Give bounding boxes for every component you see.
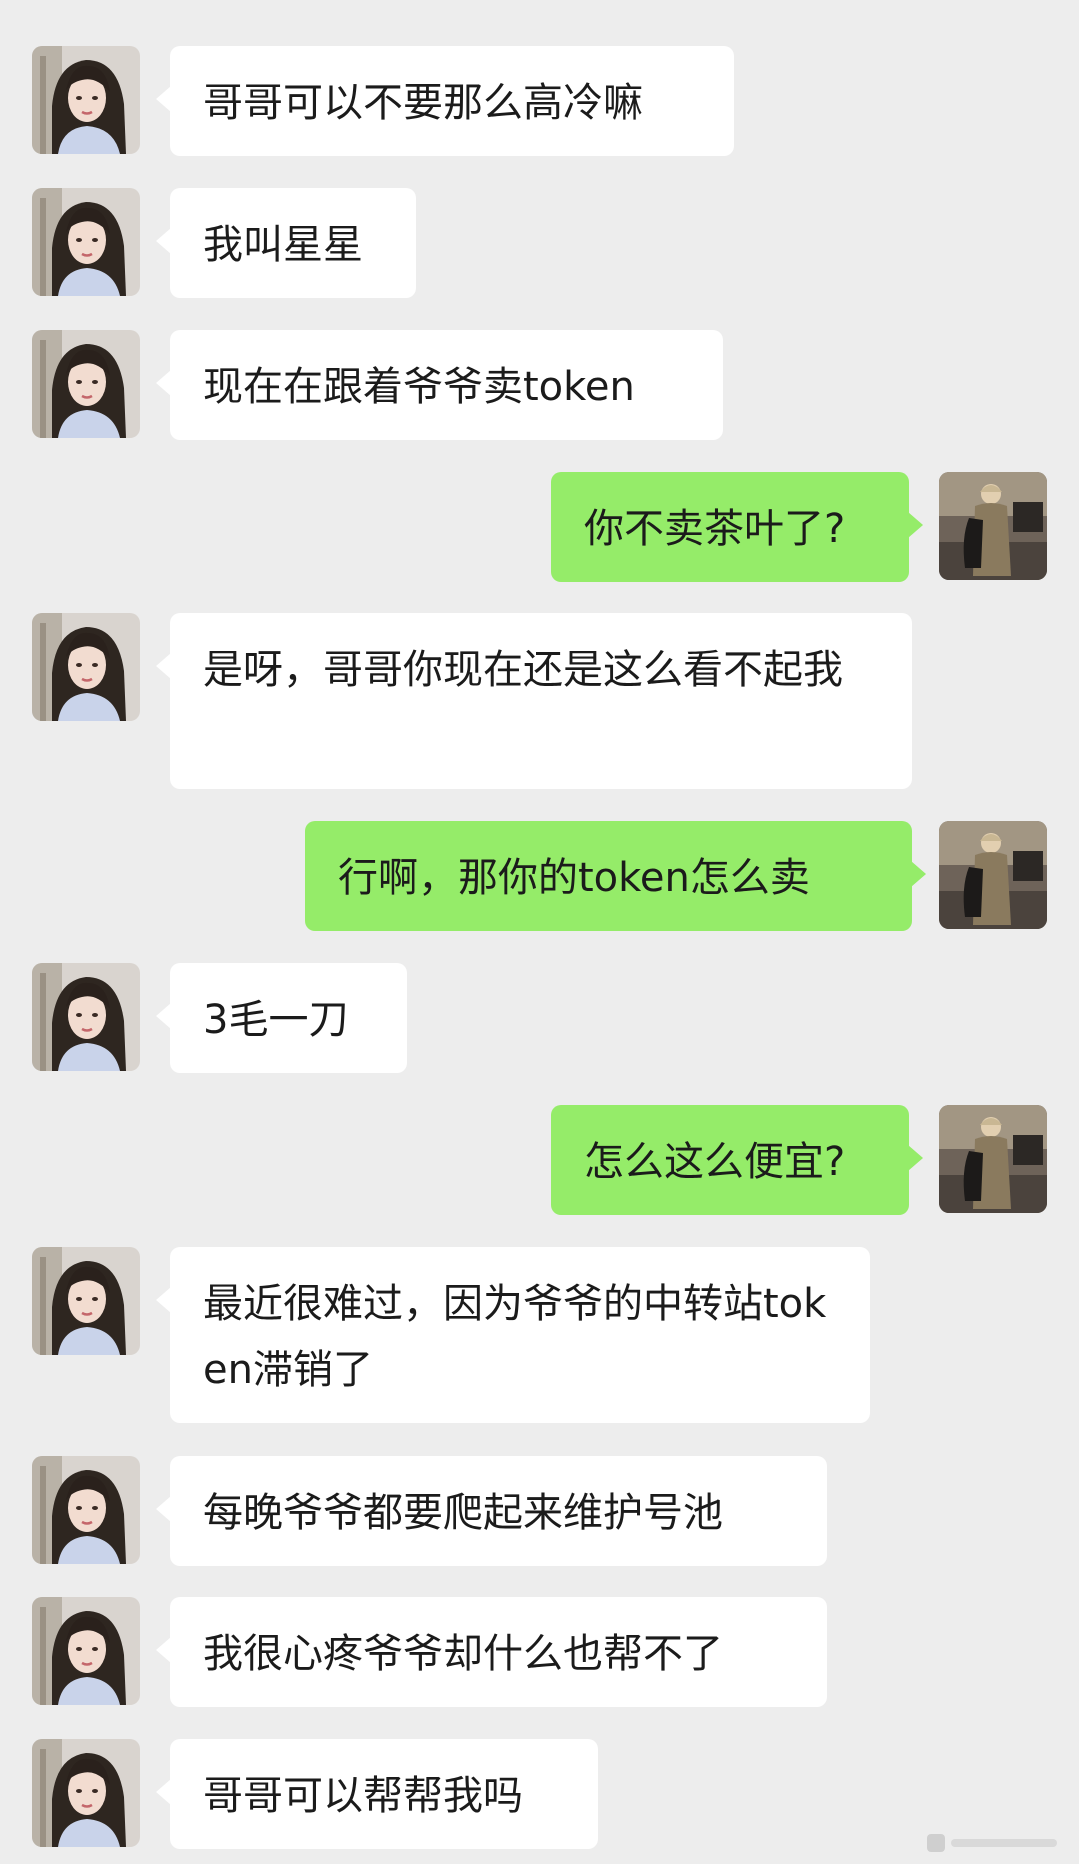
incoming-message-row: 哥哥可以不要那么高冷嘛 [0, 46, 1079, 156]
incoming-message-row: 3毛一刀 [0, 963, 1079, 1073]
incoming-message-bubble[interactable]: 是呀，哥哥你现在还是这么看不起我 [156, 613, 912, 789]
incoming-message-bubble[interactable]: 哥哥可以帮帮我吗 [156, 1739, 598, 1849]
girl-avatar-icon[interactable] [32, 46, 140, 154]
girl-avatar-icon[interactable] [32, 1597, 140, 1705]
outgoing-message-row: 怎么这么便宜? [0, 1105, 1079, 1215]
incoming-message-row: 我很心疼爷爷却什么也帮不了 [0, 1597, 1079, 1707]
incoming-message-bubble[interactable]: 3毛一刀 [156, 963, 407, 1073]
incoming-message-bubble[interactable]: 哥哥可以不要那么高冷嘛 [156, 46, 734, 156]
incoming-message-bubble[interactable]: 每晚爷爷都要爬起来维护号池 [156, 1456, 827, 1566]
girl-avatar-icon[interactable] [32, 613, 140, 721]
chat-area[interactable]: 哥哥可以不要那么高冷嘛 我叫星星现在在跟着爷爷卖token 你不卖茶叶了? 是呀，哥哥… [0, 0, 1079, 1864]
watermark-icon [927, 1834, 1057, 1852]
outgoing-message-bubble[interactable]: 行啊，那你的token怎么卖 [305, 821, 926, 931]
outgoing-message-row: 你不卖茶叶了? [0, 472, 1079, 582]
incoming-message-bubble[interactable]: 现在在跟着爷爷卖token [156, 330, 723, 440]
man-photo-avatar-icon[interactable] [939, 472, 1047, 580]
incoming-message-row: 哥哥可以帮帮我吗 [0, 1739, 1079, 1849]
outgoing-message-row: 行啊，那你的token怎么卖 [0, 821, 1079, 931]
outgoing-message-bubble[interactable]: 怎么这么便宜? [551, 1105, 923, 1215]
man-photo-avatar-icon[interactable] [939, 1105, 1047, 1213]
outgoing-message-bubble[interactable]: 你不卖茶叶了? [551, 472, 923, 582]
girl-avatar-icon[interactable] [32, 1247, 140, 1355]
girl-avatar-icon[interactable] [32, 1456, 140, 1564]
girl-avatar-icon[interactable] [32, 963, 140, 1071]
incoming-message-row: 是呀，哥哥你现在还是这么看不起我 [0, 613, 1079, 789]
incoming-message-bubble[interactable]: 我很心疼爷爷却什么也帮不了 [156, 1597, 827, 1707]
incoming-message-row: 每晚爷爷都要爬起来维护号池 [0, 1456, 1079, 1566]
girl-avatar-icon[interactable] [32, 1739, 140, 1847]
incoming-message-row: 我叫星星 [0, 188, 1079, 298]
incoming-message-row: 最近很难过，因为爷爷的中转站token滞销了 [0, 1247, 1079, 1423]
man-photo-avatar-icon[interactable] [939, 821, 1047, 929]
incoming-message-row: 现在在跟着爷爷卖token [0, 330, 1079, 440]
girl-avatar-icon[interactable] [32, 330, 140, 438]
incoming-message-bubble[interactable]: 我叫星星 [156, 188, 416, 298]
incoming-message-bubble[interactable]: 最近很难过，因为爷爷的中转站token滞销了 [156, 1247, 870, 1423]
girl-avatar-icon[interactable] [32, 188, 140, 296]
